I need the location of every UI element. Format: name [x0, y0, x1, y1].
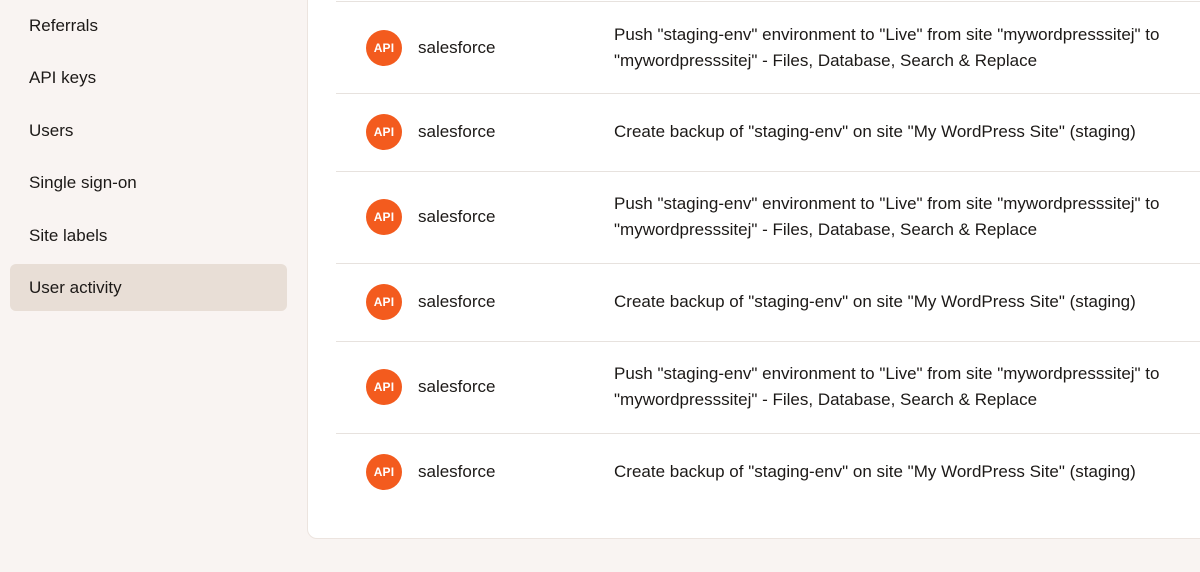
activity-description: Push "staging-env" environment to "Live"… — [614, 364, 1160, 409]
sidebar-item-user-activity[interactable]: User activity — [10, 264, 287, 311]
activity-row: API salesforce Push "staging-env" enviro… — [336, 342, 1200, 434]
sidebar-item-label: API keys — [29, 67, 97, 87]
activity-description: Push "staging-env" environment to "Live"… — [614, 25, 1160, 70]
sidebar-item-label: Users — [29, 120, 74, 140]
sidebar-item-referrals[interactable]: Referrals — [10, 2, 287, 49]
sidebar: Referrals API keys Users Single sign-on … — [0, 0, 300, 572]
activity-actor: salesforce — [418, 462, 496, 481]
sidebar-item-users[interactable]: Users — [10, 107, 287, 154]
activity-actor: salesforce — [418, 207, 496, 226]
activity-description: Create backup of "staging-env" on site "… — [614, 292, 1136, 311]
api-badge: API — [366, 30, 402, 66]
sidebar-item-site-labels[interactable]: Site labels — [10, 212, 287, 259]
sidebar-item-api-keys[interactable]: API keys — [10, 54, 287, 101]
api-badge: API — [366, 284, 402, 320]
activity-actor: salesforce — [418, 292, 496, 311]
activity-row: API salesforce Create backup of "staging… — [336, 94, 1200, 172]
activity-row: API salesforce Create backup of "staging… — [336, 264, 1200, 342]
activity-description: Push "staging-env" environment to "Live"… — [614, 194, 1160, 239]
sidebar-item-label: Referrals — [29, 15, 98, 35]
activity-row: API salesforce Push "staging-env" enviro… — [336, 1, 1200, 94]
activity-description: Create backup of "staging-env" on site "… — [614, 122, 1136, 141]
api-badge: API — [366, 199, 402, 235]
activity-actor: salesforce — [418, 38, 496, 57]
activity-row: API salesforce Push "staging-env" enviro… — [336, 172, 1200, 264]
sidebar-item-label: Single sign-on — [29, 172, 137, 192]
api-badge: API — [366, 114, 402, 150]
sidebar-item-label: Site labels — [29, 225, 108, 245]
sidebar-item-single-sign-on[interactable]: Single sign-on — [10, 159, 287, 206]
activity-row: API salesforce Create backup of "staging… — [336, 434, 1200, 512]
api-badge: API — [366, 454, 402, 490]
sidebar-item-label: User activity — [29, 277, 122, 297]
activity-actor: salesforce — [418, 377, 496, 396]
api-badge: API — [366, 369, 402, 405]
activity-actor: salesforce — [418, 122, 496, 141]
activity-description: Create backup of "staging-env" on site "… — [614, 462, 1136, 481]
